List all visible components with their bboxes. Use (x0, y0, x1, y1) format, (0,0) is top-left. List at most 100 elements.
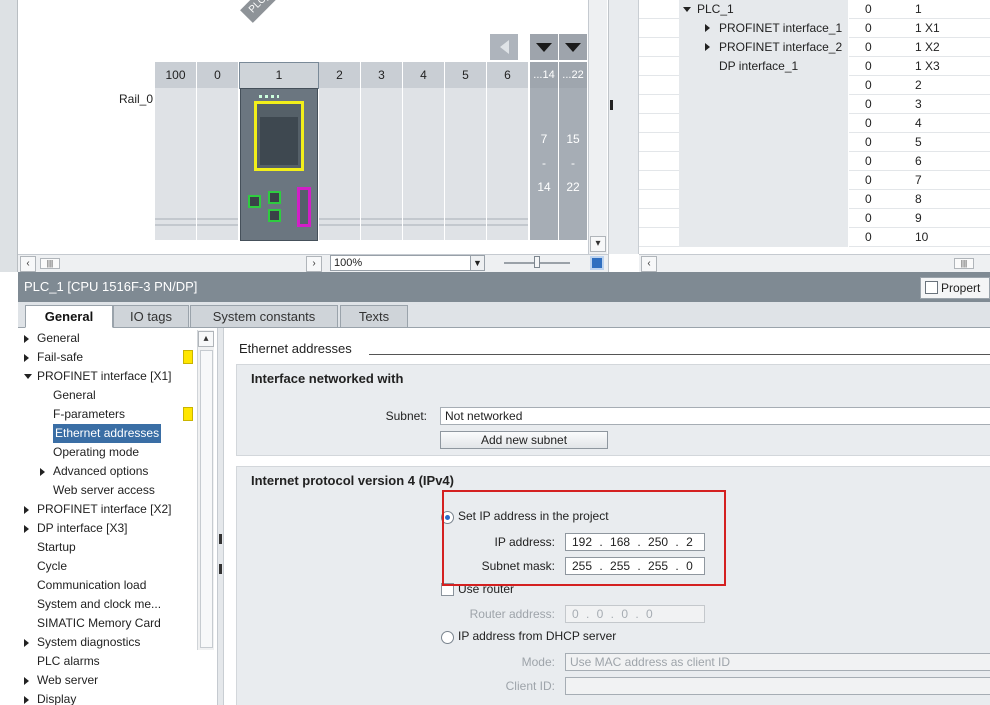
tree-item[interactable]: Fail-safe (18, 348, 198, 367)
tree-item[interactable]: Communication load (18, 576, 198, 595)
expand-right-icon[interactable] (24, 696, 29, 704)
overview-nav-icon[interactable] (590, 256, 604, 270)
collapsed-slot-header[interactable]: ...22 (559, 62, 587, 88)
splitter-arrow-icon[interactable] (219, 564, 222, 574)
tab-system-constants[interactable]: System constants (190, 305, 338, 328)
expand-right-icon[interactable] (24, 639, 29, 647)
splitter-arrow-icon[interactable] (610, 100, 613, 110)
scroll-thumb[interactable]: ||| (40, 258, 60, 269)
table-row[interactable]: PROFINET interface_2 0 1 X2 (639, 38, 990, 57)
collapsed-slot-range[interactable]: 7 - 14 (530, 88, 558, 240)
tree-item[interactable]: System diagnostics (18, 633, 198, 652)
cpu-module[interactable] (240, 88, 318, 241)
table-row[interactable]: 03 (639, 95, 990, 114)
slot-header[interactable]: 100 (155, 62, 197, 88)
tree-item[interactable]: General (18, 386, 198, 405)
table-row[interactable]: PLC_1 0 1 (639, 0, 990, 19)
properties-button[interactable]: Propert (920, 277, 990, 299)
tree-item[interactable]: Startup (18, 538, 198, 557)
collapsed-slot-range[interactable]: 15 - 22 (559, 88, 587, 240)
scroll-left-icon[interactable]: ‹ (20, 256, 36, 272)
slot-header-selected[interactable]: 1 (239, 62, 319, 89)
expand-right-icon[interactable] (40, 468, 45, 476)
table-row[interactable]: 02 (639, 76, 990, 95)
expand-slots-button-2[interactable] (559, 34, 587, 60)
expand-right-icon[interactable] (24, 354, 29, 362)
expand-right-icon[interactable] (24, 525, 29, 533)
splitter-arrow-icon[interactable] (219, 534, 222, 544)
tree-item[interactable]: System and clock me... (18, 595, 198, 614)
table-row[interactable]: DP interface_1 0 1 X3 (639, 57, 990, 76)
slot[interactable] (445, 88, 487, 240)
tree-item[interactable]: Web server (18, 671, 198, 690)
expand-slots-button-1[interactable] (530, 34, 558, 60)
overview-hscroll[interactable]: ‹ ||| (639, 254, 990, 272)
table-row[interactable]: 07 (639, 171, 990, 190)
table-row[interactable]: 05 (639, 133, 990, 152)
expand-right-icon[interactable] (24, 506, 29, 514)
slot[interactable] (487, 88, 529, 240)
plc-tag[interactable]: PLC_1 (240, 0, 284, 23)
tree-item[interactable]: PLC alarms (18, 652, 198, 671)
add-subnet-button[interactable]: Add new subnet (440, 431, 608, 449)
expand-right-icon[interactable] (24, 335, 29, 343)
subnet-field[interactable]: Not networked (440, 407, 990, 425)
expand-right-icon[interactable] (705, 43, 710, 51)
zoom-select[interactable]: 100% ▼ (330, 255, 485, 271)
tree-item[interactable]: General (18, 329, 198, 348)
tree-item[interactable]: Web server access (18, 481, 198, 500)
tree-item[interactable]: PROFINET interface [X2] (18, 500, 198, 519)
chevron-down-icon[interactable]: ▼ (470, 256, 484, 270)
slot[interactable] (361, 88, 403, 240)
ethernet-port-icon[interactable] (268, 209, 281, 222)
slot[interactable] (403, 88, 445, 240)
scroll-left-icon[interactable]: ‹ (641, 256, 657, 272)
table-row[interactable]: 09 (639, 209, 990, 228)
tab-io-tags[interactable]: IO tags (113, 305, 189, 328)
scroll-down-icon[interactable]: ▾ (590, 236, 606, 252)
tree-item[interactable]: Cycle (18, 557, 198, 576)
table-row[interactable]: PROFINET interface_1 0 1 X1 (639, 19, 990, 38)
expand-down-icon[interactable] (683, 7, 691, 12)
scroll-up-icon[interactable]: ▴ (198, 331, 214, 347)
tree-item[interactable]: Operating mode (18, 443, 198, 462)
slot[interactable] (155, 88, 197, 240)
expand-down-icon[interactable] (24, 374, 32, 379)
slot-header[interactable]: 6 (487, 62, 529, 88)
tree-item[interactable]: Ethernet addresses (18, 424, 198, 443)
expand-right-icon[interactable] (24, 677, 29, 685)
zoom-slider-thumb[interactable] (534, 256, 540, 268)
dhcp-radio[interactable] (441, 631, 454, 644)
table-row[interactable]: 0 10 (639, 228, 990, 247)
device-view-vscroll[interactable]: ▾ (588, 0, 607, 254)
tree-item[interactable]: Display (18, 690, 198, 705)
slot[interactable] (319, 88, 361, 240)
ethernet-port-icon[interactable] (268, 191, 281, 204)
slot-header[interactable]: 0 (197, 62, 239, 88)
table-row[interactable]: 08 (639, 190, 990, 209)
scroll-left-button[interactable] (490, 34, 518, 60)
tree-item[interactable]: SIMATIC Memory Card (18, 614, 198, 633)
slot-header[interactable]: 2 (319, 62, 361, 88)
slot-header[interactable]: 4 (403, 62, 445, 88)
router-address-field[interactable]: 0 . 0 . 0 . 0 (565, 605, 705, 623)
tree-item[interactable]: DP interface [X3] (18, 519, 198, 538)
ethernet-port-icon[interactable] (248, 195, 261, 208)
tree-item[interactable]: F-parameters (18, 405, 198, 424)
tree-item[interactable]: Advanced options (18, 462, 198, 481)
slot-header[interactable]: 5 (445, 62, 487, 88)
dp-port-icon[interactable] (297, 187, 311, 227)
slot-header[interactable]: 3 (361, 62, 403, 88)
scroll-right-icon[interactable]: › (306, 256, 322, 272)
tree-vscroll[interactable]: ▴ (197, 330, 214, 650)
tree-item[interactable]: PROFINET interface [X1] (18, 367, 198, 386)
tab-texts[interactable]: Texts (340, 305, 408, 328)
tab-general[interactable]: General (25, 305, 113, 328)
mode-select[interactable]: Use MAC address as client ID (565, 653, 990, 671)
slot[interactable] (197, 88, 239, 240)
expand-right-icon[interactable] (705, 24, 710, 32)
table-row[interactable]: 04 (639, 114, 990, 133)
scroll-thumb[interactable]: ||| (954, 258, 974, 269)
client-id-field[interactable] (565, 677, 990, 695)
scroll-thumb[interactable] (200, 350, 213, 648)
